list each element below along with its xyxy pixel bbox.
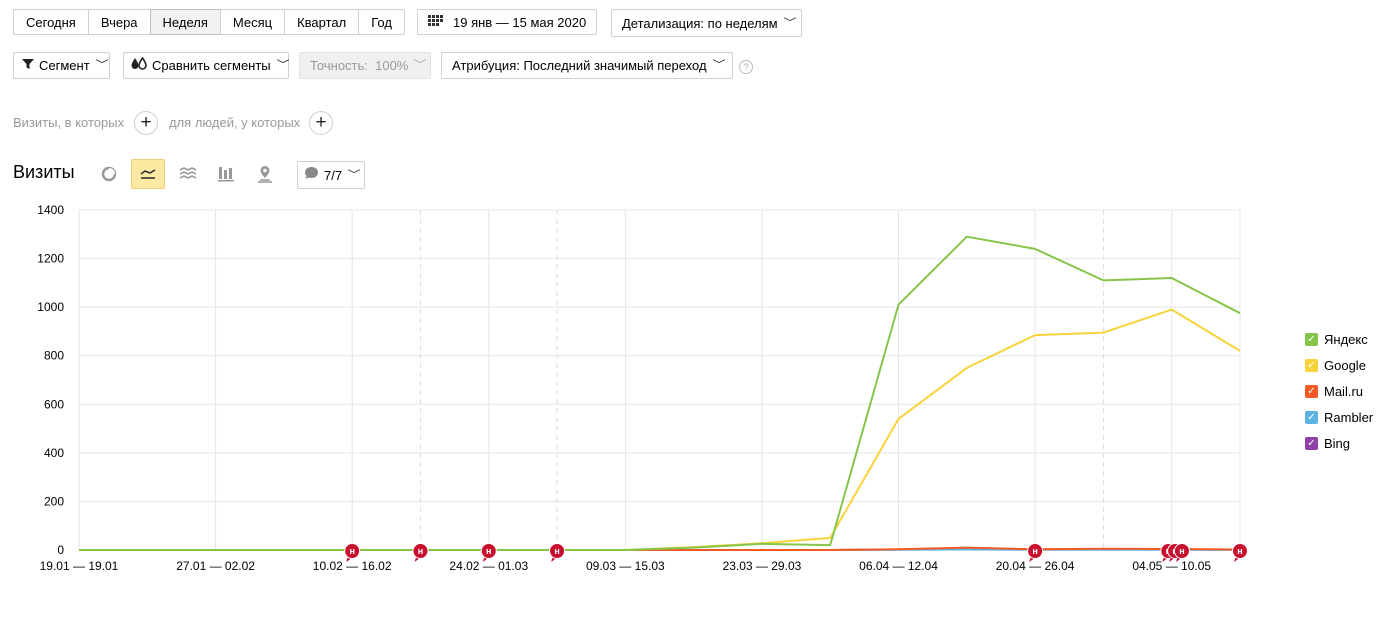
annotation-marker-label: н	[486, 546, 491, 556]
y-tick-label: 600	[44, 397, 64, 411]
calendar-icon	[428, 9, 444, 36]
annotations-dropdown[interactable]: 7/7 ﹀	[297, 161, 365, 189]
segment-dropdown[interactable]: Сегмент ﹀	[13, 52, 110, 79]
legend-item[interactable]: ✓ Яндекс	[1305, 331, 1368, 347]
pie-chart-icon[interactable]	[98, 163, 120, 185]
annotation-marker-label: н	[554, 546, 559, 556]
series-line	[79, 235, 1241, 551]
bar-chart-icon[interactable]	[215, 163, 237, 185]
visits-line-chart: 0 200 400 600 800 1000 1200 1400 19.01 — 19.01 27…	[37, 203, 1248, 573]
annotation-marker-label: н	[1032, 546, 1037, 556]
area-chart-icon[interactable]	[177, 163, 199, 185]
period-tab-4[interactable]: Квартал	[284, 9, 360, 35]
y-tick-label: 800	[44, 349, 64, 363]
chevron-down-icon: ﹀	[276, 60, 290, 71]
y-tick-label: 1400	[37, 203, 64, 217]
add-visit-condition-button[interactable]: +	[134, 111, 158, 135]
x-tick-label: 19.01 — 19.01	[40, 559, 119, 573]
y-tick-label: 200	[44, 494, 64, 508]
detail-label: Детализация: по неделям	[622, 15, 778, 31]
chart-title: Визиты	[13, 162, 75, 182]
period-tab-0[interactable]: Сегодня	[13, 9, 89, 35]
attribution-dropdown[interactable]: Атрибуция: Последний значимый переход ﹀	[441, 52, 733, 79]
legend-item[interactable]: ✓ Google	[1305, 357, 1366, 373]
date-range-label: 19 янв — 15 мая 2020	[453, 14, 587, 30]
checkbox-checked-icon[interactable]: ✓	[1305, 436, 1318, 450]
date-range-button[interactable]: 19 янв — 15 мая 2020	[417, 9, 597, 35]
checkbox-checked-icon[interactable]: ✓	[1305, 384, 1318, 398]
legend-label: Mail.ru	[1324, 383, 1364, 399]
period-tab-3[interactable]: Месяц	[219, 9, 286, 35]
people-filter-label: для людей, у которых	[169, 115, 301, 130]
legend-label: Bing	[1324, 435, 1351, 451]
y-tick-label: 0	[57, 543, 64, 557]
line-chart-icon	[132, 169, 164, 192]
annotation-marker-label: н	[349, 546, 354, 556]
detail-dropdown[interactable]: Детализация: по неделям ﹀	[611, 9, 802, 37]
annotation-marker-label: н	[1237, 546, 1242, 556]
x-tick-label: 20.04 — 26.04	[996, 559, 1075, 573]
chevron-down-icon: ﹀	[347, 169, 361, 181]
compare-drops-icon	[131, 52, 147, 79]
legend-label: Google	[1324, 357, 1366, 373]
add-people-condition-button[interactable]: +	[309, 111, 333, 135]
x-tick-label: 10.02 — 16.02	[313, 559, 392, 573]
chevron-down-icon: ﹀	[783, 17, 797, 29]
x-tick-label: 23.03 — 29.03	[723, 559, 802, 573]
period-tab-2[interactable]: Неделя	[149, 9, 221, 35]
period-tab-1[interactable]: Вчера	[87, 9, 151, 35]
x-tick-label: 06.04 — 12.04	[859, 559, 938, 573]
annotation-marker-label: н	[418, 546, 423, 556]
accuracy-dropdown: Точность: 100% ﹀	[299, 52, 431, 79]
compare-segments-dropdown[interactable]: Сравнить сегменты ﹀	[123, 52, 289, 79]
segment-label: Сегмент	[39, 58, 90, 73]
chevron-down-icon: ﹀	[712, 60, 726, 71]
filter-icon	[22, 52, 34, 79]
line-chart-button[interactable]	[131, 159, 165, 189]
checkbox-checked-icon[interactable]: ✓	[1305, 358, 1318, 372]
x-tick-label: 24.02 — 01.03	[449, 559, 528, 573]
help-icon[interactable]: ?	[739, 60, 753, 74]
legend-label: Яндекс	[1324, 331, 1368, 347]
x-tick-label: 09.03 — 15.03	[586, 559, 665, 573]
chevron-down-icon: ﹀	[413, 60, 427, 71]
legend-label: Rambler	[1324, 409, 1374, 425]
legend-item[interactable]: ✓ Bing	[1305, 435, 1350, 451]
y-tick-label: 1200	[37, 252, 64, 266]
annotations-count: 7/7	[324, 167, 343, 183]
x-tick-label: 27.01 — 02.02	[176, 559, 255, 573]
map-icon[interactable]	[254, 163, 276, 185]
y-tick-label: 1000	[37, 300, 64, 314]
checkbox-checked-icon[interactable]: ✓	[1305, 332, 1318, 346]
attribution-label: Атрибуция: Последний значимый переход	[452, 58, 707, 73]
comment-icon	[304, 162, 319, 189]
x-tick-label: 04.05 — 10.05	[1132, 559, 1211, 573]
series-line	[79, 308, 1241, 551]
period-tab-5[interactable]: Год	[358, 9, 405, 35]
legend-item[interactable]: ✓ Rambler	[1305, 409, 1373, 425]
chevron-down-icon: ﹀	[95, 60, 109, 71]
accuracy-label: Точность: 100%	[310, 58, 409, 73]
y-tick-label: 400	[44, 446, 64, 460]
period-tabs: Сегодня Вчера Неделя Месяц Квартал Год	[13, 9, 405, 35]
visits-filter-label: Визиты, в которых	[13, 115, 125, 130]
checkbox-checked-icon[interactable]: ✓	[1305, 410, 1318, 424]
compare-label: Сравнить сегменты	[152, 58, 271, 73]
annotation-marker-label: н	[1179, 546, 1184, 556]
legend-item[interactable]: ✓ Mail.ru	[1305, 383, 1363, 399]
